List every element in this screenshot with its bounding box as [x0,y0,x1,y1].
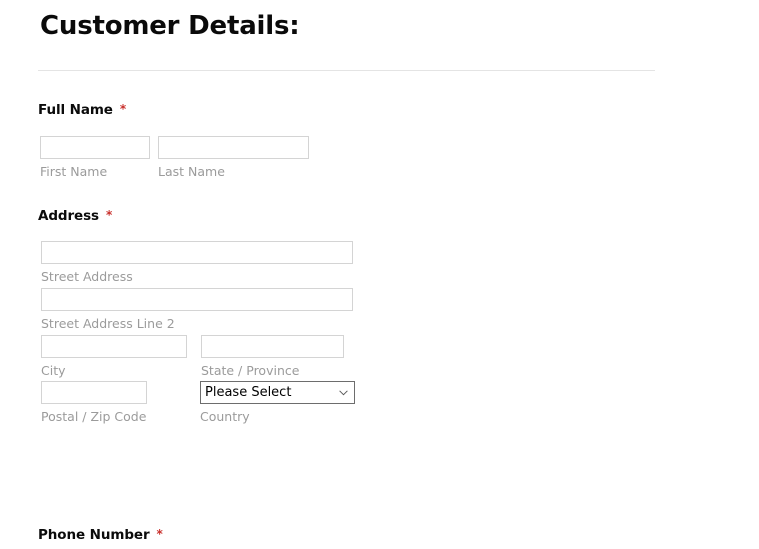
field-state-province: State / Province [201,335,344,378]
required-asterisk: * [156,527,163,541]
field-group-phone-number: Phone Number * [38,526,678,543]
label-address-text: Address [38,208,99,224]
country-select[interactable]: Please Select [200,381,355,404]
field-group-address: Address * Street Address Street Address L… [38,207,678,427]
first-name-input[interactable] [40,136,150,159]
row-city-state: City State / Province [38,335,678,381]
row-full-name: First Name Last Name [38,136,678,186]
label-phone-number: Phone Number * [38,526,678,543]
required-asterisk: * [119,102,127,116]
last-name-input[interactable] [158,136,309,159]
field-street-address: Street Address [41,241,353,284]
sublabel-last-name: Last Name [158,164,225,179]
required-asterisk: * [105,208,113,222]
sublabel-state-province: State / Province [201,363,300,378]
postal-code-input[interactable] [41,381,147,404]
street-address-line-2-input[interactable] [41,288,353,311]
row-postal-country: Postal / Zip Code Please Select Country [38,381,678,427]
field-country: Please Select Country [200,381,355,424]
title-divider [38,70,655,71]
row-street-address: Street Address [38,241,678,288]
page-title: Customer Details: [40,11,300,41]
row-street-address-line-2: Street Address Line 2 [38,288,678,335]
sublabel-street-address: Street Address [41,269,133,284]
sublabel-country: Country [200,409,250,424]
field-last-name: Last Name [158,136,309,179]
field-postal-code: Postal / Zip Code [41,381,147,424]
country-select-shell: Please Select [200,381,355,404]
form-page: Customer Details: Full Name * First Name … [0,0,759,549]
field-first-name: First Name [40,136,150,179]
sublabel-first-name: First Name [40,164,108,179]
street-address-input[interactable] [41,241,353,264]
sublabel-city: City [41,363,66,378]
field-city: City [41,335,187,378]
sublabel-postal-code: Postal / Zip Code [41,409,147,424]
label-phone-number-text: Phone Number [38,527,150,543]
state-province-input[interactable] [201,335,344,358]
field-street-address-line-2: Street Address Line 2 [41,288,353,331]
label-full-name-text: Full Name [38,102,113,118]
sublabel-street-address-line-2: Street Address Line 2 [41,316,175,331]
city-input[interactable] [41,335,187,358]
label-address: Address * [38,207,678,224]
label-full-name: Full Name * [38,101,678,118]
field-group-full-name: Full Name * First Name Last Name [38,101,678,186]
